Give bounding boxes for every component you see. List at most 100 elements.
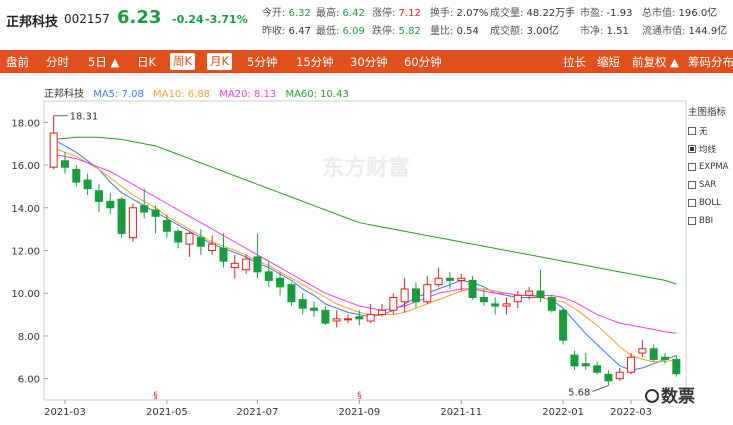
indicator-option-4[interactable]: BOLL [688, 194, 733, 212]
stat-label: 最高: [316, 8, 340, 19]
candle-body [72, 168, 81, 183]
candle-body [253, 256, 262, 273]
stock-code: 002157 [64, 12, 110, 26]
x-tick-label: 2021-03 [44, 407, 86, 418]
checkbox-icon[interactable] [688, 181, 696, 189]
stat-value: 6.32 [285, 8, 311, 19]
indicator-option-2[interactable]: EXPMA [688, 158, 733, 176]
candle-body [49, 132, 58, 168]
candle-body [242, 258, 251, 271]
stat-value: 7.12 [395, 8, 421, 19]
toolbar-action-1[interactable]: 缩短 [597, 54, 620, 70]
candle-body [593, 365, 602, 373]
toolbar-tab-8[interactable]: 30分钟 [350, 54, 388, 70]
candle-body [185, 232, 194, 245]
stat-label: 最低: [316, 26, 340, 37]
stat-stats_row2-1: 最低: 6.09 [316, 22, 365, 37]
candle-body [366, 314, 375, 322]
checkbox-icon[interactable] [688, 127, 696, 135]
indicator-option-1[interactable]: 均线 [688, 140, 733, 158]
checkbox-icon[interactable] [688, 217, 696, 225]
stat-label: 量比: [430, 26, 454, 37]
candle-body [117, 198, 126, 234]
y-tick-label: 6.00 [18, 375, 40, 386]
indicator-panel: 主图指标 无均线 EXPMA SAR BOLL BBI [688, 104, 733, 244]
toolbar-tab-2[interactable]: 5日 ▲ [88, 54, 119, 70]
logo-label: 数票 [661, 387, 695, 407]
candle-body [355, 316, 364, 320]
candle-body [513, 294, 522, 303]
toolbar-tab-1[interactable]: 分时 [46, 54, 69, 70]
kline-chart[interactable]: 18.00 16.00 14.00 12.00 10.00 8.00 6.00 2021-03… [0, 73, 733, 425]
toolbar-tab-9[interactable]: 60分钟 [404, 54, 442, 70]
stat-stats_row1-5: 市盈: -1.93 [580, 4, 632, 19]
toolbar-action-0[interactable]: 拉长 [563, 54, 586, 70]
stat-label: 市净: [580, 26, 604, 37]
candle-body [423, 284, 432, 303]
toolbar-action-3[interactable]: 筹码分布 [688, 54, 733, 70]
checkbox-icon[interactable] [688, 199, 696, 207]
candle-body [162, 220, 171, 232]
toolbar-tab-6[interactable]: 5分钟 [247, 54, 277, 70]
stat-label: 涨停: [372, 8, 396, 19]
stock-price: 6.23 [117, 7, 162, 28]
candle-body [174, 230, 183, 243]
indicator-option-3[interactable]: SAR [688, 176, 733, 194]
stat-value: 196.0亿 [675, 8, 718, 19]
candle-body [332, 318, 341, 322]
chart-toolbar: 盘前 分时 5日 ▲ 日K 周K 月K 5分钟 15分钟 30分钟 60分钟 拉长 缩短 前复权 ▲ 筹码… [0, 50, 733, 73]
indicator-option-5[interactable]: BBI [688, 212, 733, 230]
dividend-marker: § [153, 391, 158, 401]
candle-body [479, 296, 488, 303]
stat-label: 成交额: [490, 26, 524, 37]
candle-body [638, 348, 647, 354]
toolbar-tab-3[interactable]: 日K [137, 54, 156, 70]
stat-stats_row1-1: 最高: 6.42 [316, 4, 365, 19]
checkbox-icon[interactable] [688, 145, 696, 153]
candle-body [411, 288, 420, 303]
candle-body [649, 348, 658, 360]
y-tick-label: 12.00 [11, 247, 40, 258]
candle-body [604, 373, 613, 382]
stat-label: 今开: [262, 8, 286, 19]
price-change-percent: -3.71% [205, 13, 248, 26]
stat-value: 6.42 [339, 8, 365, 19]
x-tick-label: 2021-05 [146, 407, 188, 418]
toolbar-tab-7[interactable]: 15分钟 [296, 54, 334, 70]
candle-body [491, 303, 500, 307]
candle-body [581, 363, 590, 367]
dividend-marker: § [357, 391, 362, 401]
indicator-option-0[interactable]: 无 [688, 122, 733, 140]
toolbar-tab-4[interactable]: 周K [170, 53, 196, 70]
stat-stats_row1-0: 今开: 6.32 [262, 4, 311, 19]
candle-body [445, 277, 454, 281]
candle-body [208, 243, 217, 251]
y-tick-label: 18.00 [11, 118, 40, 129]
indicator-option-label: 均线 [699, 145, 717, 155]
annotation-arrow [592, 385, 609, 392]
candle-body [377, 309, 386, 316]
indicator-option-label: BOLL [699, 198, 721, 208]
x-tick-label: 2022-01 [542, 407, 584, 418]
logo-icon [645, 389, 659, 403]
stock-name: 正邦科技 [6, 15, 59, 30]
indicator-option-label: EXPMA [699, 162, 729, 172]
toolbar-action-2[interactable]: 前复权 ▲ [632, 54, 679, 70]
stat-value: 6.09 [339, 26, 365, 37]
candle-body [661, 356, 670, 360]
candle-body [434, 277, 443, 286]
stat-value: 144.9亿 [685, 26, 728, 37]
price-change: -0.24 [172, 13, 204, 26]
checkbox-icon[interactable] [688, 163, 696, 171]
indicator-option-label: SAR [699, 180, 717, 190]
watermark: 东方财富 [322, 156, 411, 181]
candle-body [310, 307, 319, 311]
x-tick-label: 2021-07 [237, 407, 279, 418]
candle-body [196, 237, 205, 247]
stat-stats_row2-0: 昨收: 6.47 [262, 22, 311, 37]
candle-body [672, 358, 681, 375]
candle-body [559, 309, 568, 341]
toolbar-tab-0[interactable]: 盘前 [6, 54, 29, 70]
toolbar-tab-5[interactable]: 月K [207, 53, 233, 70]
candle-body [94, 190, 103, 202]
